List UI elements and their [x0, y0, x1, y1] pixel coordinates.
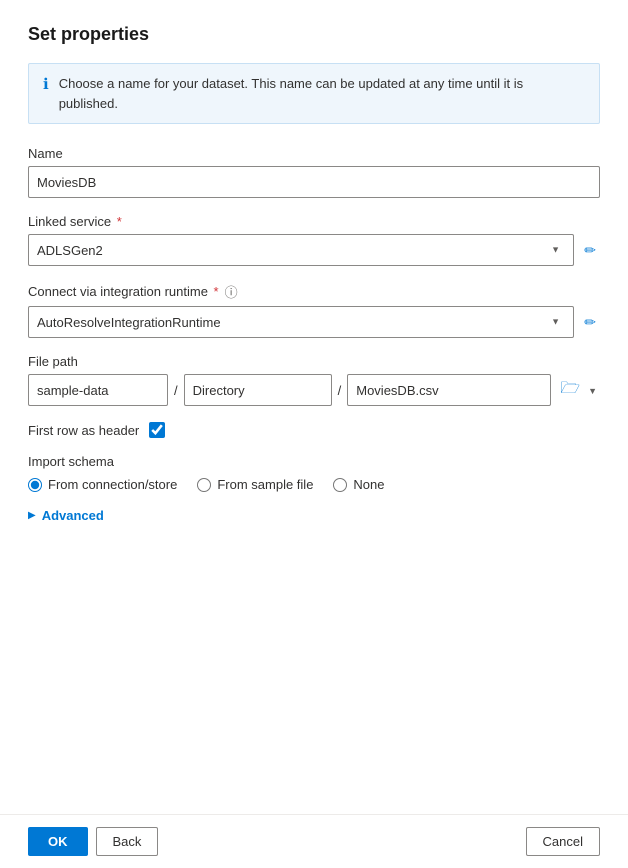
back-button[interactable]: Back: [96, 827, 159, 856]
linked-service-edit-button[interactable]: [580, 240, 600, 261]
name-input[interactable]: [28, 166, 600, 198]
file-path-chevron-icon: [588, 381, 597, 399]
folder-icon: 🗁: [560, 377, 580, 404]
first-row-header-group: First row as header: [28, 422, 600, 438]
radio-option-none[interactable]: None: [333, 477, 384, 492]
radio-none[interactable]: [333, 478, 347, 492]
file-path-part1-input[interactable]: [28, 374, 168, 406]
integration-runtime-wrapper: AutoResolveIntegrationRuntime: [28, 306, 600, 338]
linked-service-group: Linked service * ADLSGen2: [28, 214, 600, 266]
footer-left: OK Back: [28, 827, 158, 856]
linked-service-label: Linked service *: [28, 214, 600, 229]
advanced-section[interactable]: ▶ Advanced: [28, 508, 600, 523]
linked-service-wrapper: ADLSGen2: [28, 234, 600, 266]
file-path-dropdown-button[interactable]: [585, 379, 600, 401]
file-path-part2-input[interactable]: [184, 374, 332, 406]
radio-none-label: None: [353, 477, 384, 492]
file-path-label: File path: [28, 354, 600, 369]
file-path-buttons: 🗁: [557, 375, 600, 406]
integration-runtime-group: Connect via integration runtime * ⓘ Auto…: [28, 282, 600, 338]
file-path-row: / / 🗁: [28, 374, 600, 406]
footer-bar: OK Back Cancel: [0, 814, 628, 868]
integration-runtime-select[interactable]: AutoResolveIntegrationRuntime: [28, 306, 574, 338]
first-row-header-label: First row as header: [28, 423, 139, 438]
integration-runtime-label: Connect via integration runtime *: [28, 284, 219, 299]
runtime-info-icon: ⓘ: [225, 282, 238, 301]
radio-connection-label: From connection/store: [48, 477, 177, 492]
path-separator-1: /: [172, 383, 180, 398]
radio-option-sample[interactable]: From sample file: [197, 477, 313, 492]
radio-sample-label: From sample file: [217, 477, 313, 492]
page-title: Set properties: [28, 24, 600, 45]
radio-sample[interactable]: [197, 478, 211, 492]
info-banner: ℹ Choose a name for your dataset. This n…: [28, 63, 600, 124]
file-browse-button[interactable]: 🗁: [557, 375, 583, 406]
radio-option-connection[interactable]: From connection/store: [28, 477, 177, 492]
import-schema-section: Import schema From connection/store From…: [28, 454, 600, 492]
linked-service-select[interactable]: ADLSGen2: [28, 234, 574, 266]
radio-connection[interactable]: [28, 478, 42, 492]
advanced-label: Advanced: [42, 508, 104, 523]
name-label: Name: [28, 146, 600, 161]
path-separator-2: /: [336, 383, 344, 398]
pencil-icon-2: [584, 314, 596, 331]
info-icon: ℹ: [43, 75, 49, 93]
integration-runtime-edit-button[interactable]: [580, 312, 600, 333]
ok-button[interactable]: OK: [28, 827, 88, 856]
page-container: Set properties ℹ Choose a name for your …: [0, 0, 628, 868]
advanced-chevron-icon: ▶: [28, 510, 36, 521]
first-row-header-checkbox[interactable]: [149, 422, 165, 438]
cancel-button[interactable]: Cancel: [526, 827, 600, 856]
integration-runtime-label-row: Connect via integration runtime * ⓘ: [28, 282, 600, 301]
name-group: Name: [28, 146, 600, 198]
file-path-group: File path / / 🗁: [28, 354, 600, 406]
info-banner-text: Choose a name for your dataset. This nam…: [59, 74, 585, 113]
import-schema-label: Import schema: [28, 454, 600, 469]
file-path-part3-input[interactable]: [347, 374, 551, 406]
pencil-icon: [584, 242, 596, 259]
import-schema-radio-group: From connection/store From sample file N…: [28, 477, 600, 492]
content-area: Set properties ℹ Choose a name for your …: [0, 0, 628, 814]
